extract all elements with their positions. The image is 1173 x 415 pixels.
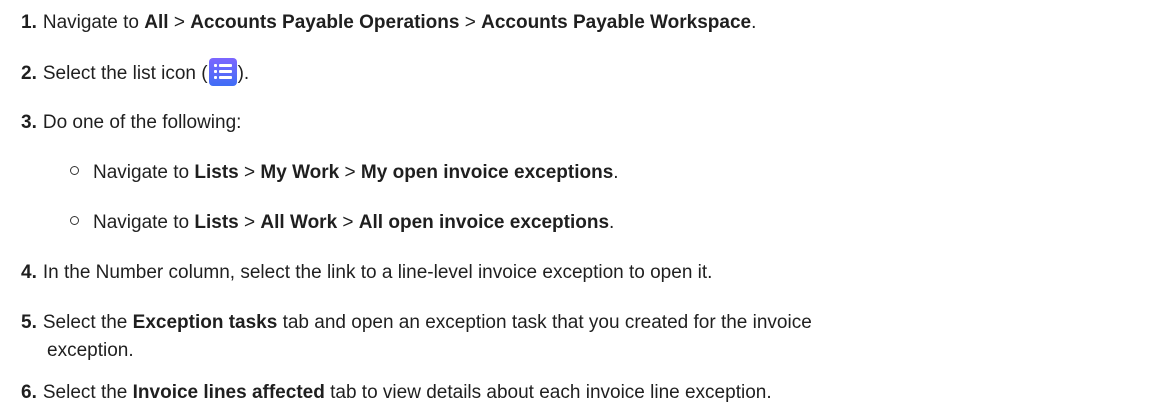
step-4: 4. In the Number column, select the link … [21,260,712,286]
separator: > [339,162,361,183]
step-number: 6. [21,382,37,403]
nav-all-work: All Work [260,212,338,233]
step-number: 5. [21,312,37,333]
step-number: 1. [21,12,37,33]
step-number: 2. [21,63,37,84]
nav-all-open-exceptions: All open invoice exceptions [358,212,610,233]
step-text: Select the list icon ( [42,63,208,84]
separator: > [238,212,261,233]
step-6: 6. Select the Invoice lines affected tab … [21,380,772,406]
step-text: In the Number column, select the link to… [42,262,713,283]
nav-my-work: My Work [260,162,340,183]
step-end: . [613,162,619,183]
step-2: 2. Select the list icon (). [21,58,249,87]
instruction-steps: 1. Navigate to All > Accounts Payable Ope… [0,0,1173,415]
nav-lists: Lists [194,212,239,233]
step-text: tab to view details about each invoice l… [324,382,772,403]
nav-all: All [144,12,169,33]
step-text: exception. [47,340,134,361]
step-text: Navigate to [93,162,195,183]
step-number: 3. [21,112,37,133]
step-5-continued: exception. [47,338,134,364]
step-text: Navigate to [42,12,145,33]
step-number: 4. [21,262,37,283]
substep-1: Navigate to Lists > My Work > My open in… [70,160,619,186]
step-text: Navigate to [93,212,195,233]
separator: > [238,162,261,183]
step-text: Do one of the following: [42,112,242,133]
circle-bullet-icon [70,216,79,225]
tab-invoice-lines-ref: Invoice lines affected [132,382,325,403]
list-icon [208,58,237,86]
step-text: Select the [42,382,133,403]
tab-exception-tasks-ref: Exception tasks [132,312,278,333]
step-end: . [609,212,615,233]
nav-my-open-exceptions: My open invoice exceptions [360,162,614,183]
step-5: 5. Select the Exception tasks tab and ope… [21,310,812,336]
step-1: 1. Navigate to All > Accounts Payable Ope… [21,10,756,36]
step-3: 3. Do one of the following: [21,110,241,136]
step-end: ). [237,63,250,84]
separator: > [168,12,191,33]
substep-2: Navigate to Lists > All Work > All open … [70,210,614,236]
step-end: . [751,12,757,33]
separator: > [459,12,482,33]
nav-ap-workspace: Accounts Payable Workspace [481,12,752,33]
nav-ap-operations: Accounts Payable Operations [190,12,460,33]
separator: > [337,212,359,233]
step-text: Select the [42,312,133,333]
nav-lists: Lists [194,162,239,183]
step-text: tab and open an exception task that you … [277,312,812,333]
circle-bullet-icon [70,166,79,175]
